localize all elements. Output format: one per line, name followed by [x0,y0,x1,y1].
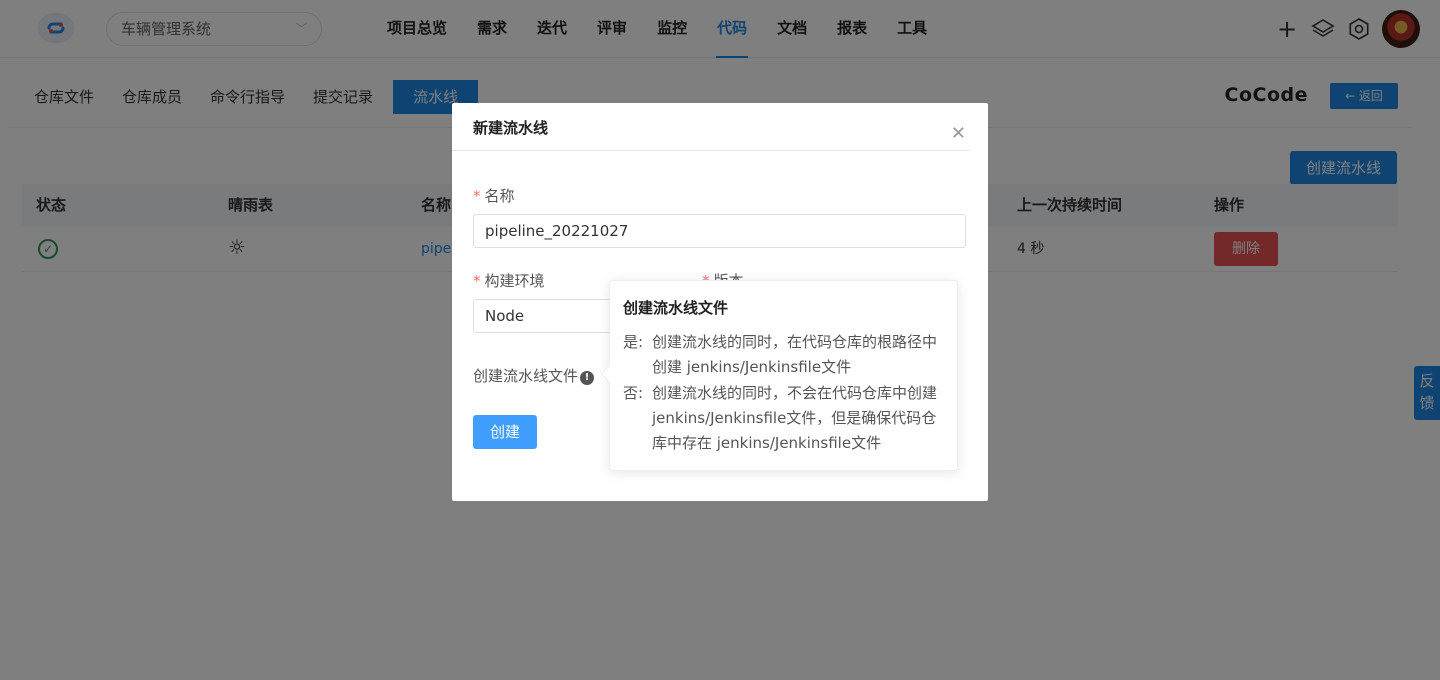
name-label: * 名称 [473,187,515,205]
name-input[interactable]: pipeline_20221027 [473,214,966,248]
pipeline-file-tooltip: 创建流水线文件 是: 创建流水线的同时，在代码仓库的根路径中创建 jenkins… [600,280,958,471]
name-label-text: 名称 [484,187,515,205]
tooltip-no-key: 否: [623,384,644,402]
close-icon[interactable]: ✕ [951,125,966,143]
tooltip-title: 创建流水线文件 [623,299,729,317]
info-icon[interactable]: ! [580,371,595,385]
pipeline-file-label: 创建流水线文件! [473,365,595,386]
tooltip-no-row: 否: 创建流水线的同时，不会在代码仓库中创建jenkins/Jenkinsfil… [623,381,948,456]
build-env-label-text: 构建环境 [484,272,545,290]
tooltip-no-text: 创建流水线的同时，不会在代码仓库中创建jenkins/Jenkinsfile文件… [652,384,938,452]
pipeline-file-label-text: 创建流水线文件 [473,367,579,385]
create-button[interactable]: 创建 [473,415,537,449]
tooltip-yes-key: 是: [623,333,644,351]
tooltip-yes-text: 创建流水线的同时，在代码仓库的根路径中创建 jenkins/Jenkinsfil… [652,333,938,376]
dialog-title: 新建流水线 [473,119,549,137]
tooltip-yes-row: 是: 创建流水线的同时，在代码仓库的根路径中创建 jenkins/Jenkins… [623,330,948,380]
divider [452,150,970,151]
build-env-label: * 构建环境 [473,272,545,290]
